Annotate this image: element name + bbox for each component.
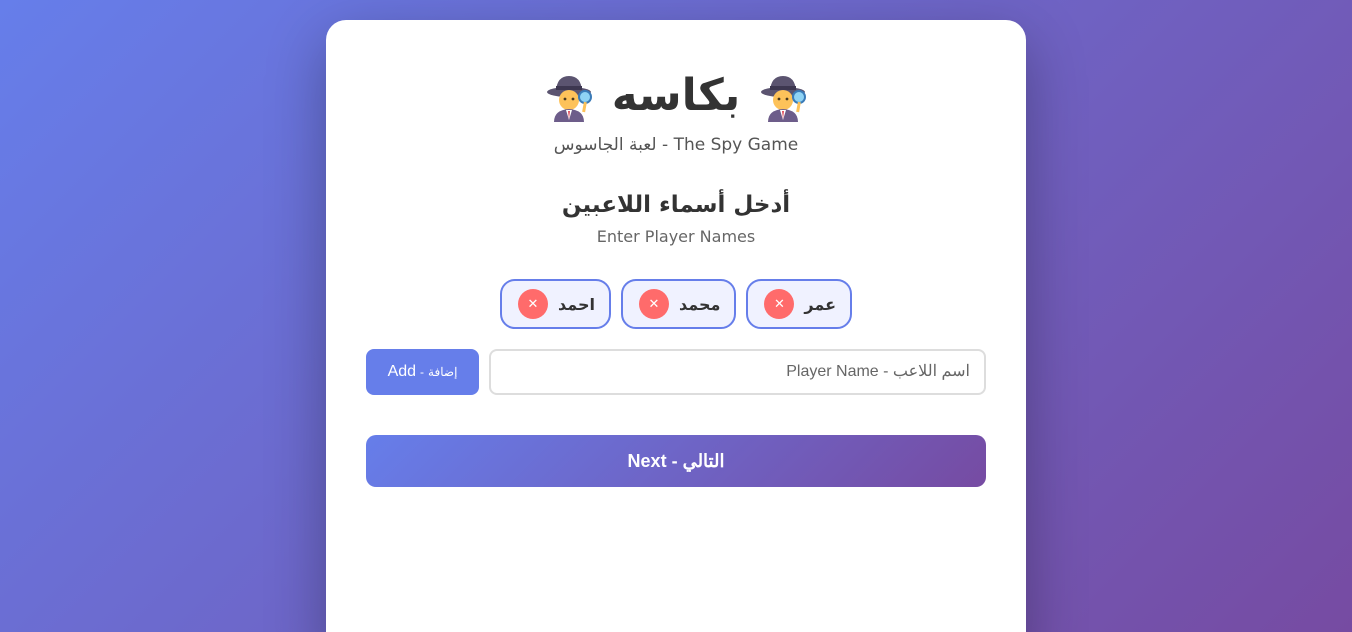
add-player-row: Add - إضافة (366, 349, 986, 395)
player-chip: عمر ✕ (746, 279, 852, 329)
spy-emoji-icon (546, 76, 592, 122)
app-title: بكاسه (611, 70, 741, 121)
spy-emoji-icon (761, 76, 807, 122)
player-chips: عمر ✕ محمد ✕ احمد ✕ (366, 279, 986, 329)
player-name-input[interactable] (489, 349, 986, 395)
add-button-label-sep: - (420, 365, 425, 379)
game-card: بكاسه لعبة الجاسوس - The Spy Game أدخل أ… (326, 20, 1026, 632)
app-subtitle: لعبة الجاسوس - The Spy Game (553, 135, 799, 155)
add-button-label-en: Add (387, 363, 417, 380)
player-name: احمد (558, 294, 595, 314)
title-row: بكاسه (366, 68, 986, 124)
player-name: محمد (678, 294, 721, 314)
remove-player-button[interactable]: ✕ (764, 289, 795, 319)
add-player-button[interactable]: Add - إضافة (366, 349, 479, 395)
add-button-label-ar: إضافة (428, 365, 458, 379)
player-chip: احمد ✕ (500, 279, 611, 329)
section-subtitle: Enter Player Names (596, 227, 756, 246)
next-button[interactable]: Next - التالي (366, 435, 986, 487)
remove-player-button[interactable]: ✕ (518, 289, 548, 319)
player-chip: محمد ✕ (620, 279, 737, 329)
section-title: أدخل أسماء اللاعبين (561, 192, 791, 218)
player-name: عمر (804, 294, 836, 314)
remove-player-button[interactable]: ✕ (638, 289, 669, 319)
